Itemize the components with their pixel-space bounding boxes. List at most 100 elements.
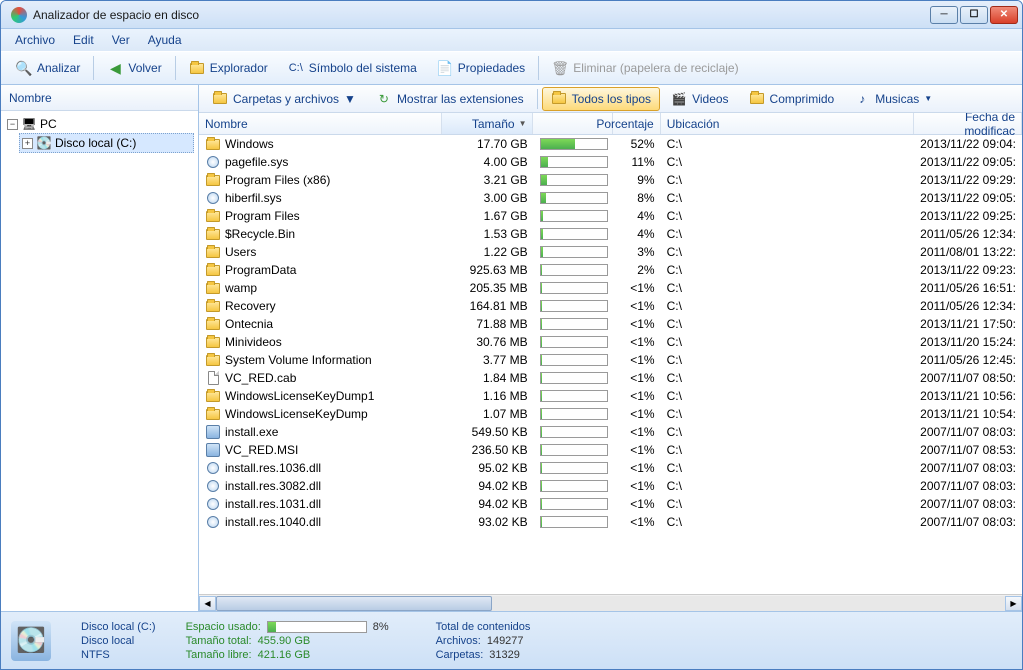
file-name: hiberfil.sys bbox=[225, 191, 282, 205]
filter-compressed[interactable]: Comprimido bbox=[740, 87, 844, 111]
file-date: 2013/11/21 10:54: bbox=[914, 406, 1022, 422]
exe-icon bbox=[205, 442, 221, 458]
refresh-icon: ↻ bbox=[376, 91, 392, 107]
tree-header[interactable]: Nombre bbox=[1, 85, 198, 111]
folder-icon bbox=[189, 60, 205, 76]
table-row[interactable]: Recovery164.81 MB<1%C:\2011/05/26 12:34: bbox=[199, 297, 1022, 315]
table-row[interactable]: wamp205.35 MB<1%C:\2011/05/26 16:51: bbox=[199, 279, 1022, 297]
file-date: 2011/05/26 12:34: bbox=[914, 226, 1022, 242]
file-location: C:\ bbox=[661, 316, 914, 332]
drive-icon: 💽 bbox=[11, 621, 51, 661]
file-location: C:\ bbox=[661, 460, 914, 476]
explorer-button[interactable]: Explorador bbox=[180, 55, 277, 81]
titlebar[interactable]: Analizador de espacio en disco ─ ☐ ✕ bbox=[1, 1, 1022, 29]
table-row[interactable]: ProgramData925.63 MB2%C:\2013/11/22 09:2… bbox=[199, 261, 1022, 279]
file-pct-bar bbox=[534, 443, 613, 457]
horizontal-scrollbar[interactable]: ◀ ▶ bbox=[199, 594, 1022, 611]
video-icon: 🎬 bbox=[671, 91, 687, 107]
menu-archivo[interactable]: Archivo bbox=[7, 31, 63, 49]
delete-button[interactable]: 🗑 Eliminar (papelera de reciclaje) bbox=[543, 55, 747, 81]
filter-music[interactable]: ♪ Musicas ▼ bbox=[845, 87, 941, 111]
table-row[interactable]: Program Files (x86)3.21 GB9%C:\2013/11/2… bbox=[199, 171, 1022, 189]
minimize-button[interactable]: ─ bbox=[930, 6, 958, 24]
cmd-button[interactable]: C:\ Símbolo del sistema bbox=[279, 55, 426, 81]
file-pct-bar bbox=[534, 335, 613, 349]
status-used-pct: 8% bbox=[373, 621, 389, 633]
folder-icon bbox=[205, 136, 221, 152]
window-controls: ─ ☐ ✕ bbox=[930, 6, 1018, 24]
scroll-track[interactable] bbox=[216, 596, 1005, 611]
table-row[interactable]: hiberfil.sys3.00 GB8%C:\2013/11/22 09:05… bbox=[199, 189, 1022, 207]
status-files-val: 149277 bbox=[487, 635, 524, 647]
table-row[interactable]: WindowsLicenseKeyDump1.07 MB<1%C:\2013/1… bbox=[199, 405, 1022, 423]
filter-videos[interactable]: 🎬 Videos bbox=[662, 87, 737, 111]
table-row[interactable]: VC_RED.cab1.84 MB<1%C:\2007/11/07 08:50: bbox=[199, 369, 1022, 387]
properties-icon: 📄 bbox=[437, 60, 453, 76]
col-pct[interactable]: Porcentaje bbox=[613, 113, 661, 134]
file-date: 2013/11/22 09:05: bbox=[914, 154, 1022, 170]
filter-extensions[interactable]: ↻ Mostrar las extensiones bbox=[367, 87, 533, 111]
col-date[interactable]: Fecha de modificac bbox=[914, 113, 1022, 134]
file-size: 17.70 GB bbox=[443, 136, 534, 152]
filter-music-label: Musicas bbox=[875, 92, 919, 106]
file-pct: <1% bbox=[613, 316, 661, 332]
table-row[interactable]: Users1.22 GB3%C:\2011/08/01 13:22: bbox=[199, 243, 1022, 261]
table-row[interactable]: pagefile.sys4.00 GB11%C:\2013/11/22 09:0… bbox=[199, 153, 1022, 171]
tree-node-pc[interactable]: − 🖥 PC bbox=[5, 115, 194, 133]
file-name: VC_RED.cab bbox=[225, 371, 296, 385]
tree-expand-icon[interactable]: + bbox=[22, 138, 33, 149]
file-name: install.exe bbox=[225, 425, 278, 439]
file-date: 2007/11/07 08:03: bbox=[914, 478, 1022, 494]
sys-icon bbox=[205, 496, 221, 512]
table-row[interactable]: install.res.1040.dll93.02 KB<1%C:\2007/1… bbox=[199, 513, 1022, 531]
tree-collapse-icon[interactable]: − bbox=[7, 119, 18, 130]
table-row[interactable]: Windows17.70 GB52%C:\2013/11/22 09:04: bbox=[199, 135, 1022, 153]
file-location: C:\ bbox=[661, 208, 914, 224]
table-row[interactable]: install.exe549.50 KB<1%C:\2007/11/07 08:… bbox=[199, 423, 1022, 441]
tree-drive-label: Disco local (C:) bbox=[55, 136, 136, 150]
filter-all[interactable]: Todos los tipos bbox=[542, 87, 660, 111]
table-row[interactable]: System Volume Information3.77 MB<1%C:\20… bbox=[199, 351, 1022, 369]
scroll-thumb[interactable] bbox=[216, 596, 492, 611]
properties-button[interactable]: 📄 Propiedades bbox=[428, 55, 534, 81]
scroll-left-icon[interactable]: ◀ bbox=[199, 596, 216, 611]
file-size: 236.50 KB bbox=[443, 442, 534, 458]
menu-edit[interactable]: Edit bbox=[65, 31, 102, 49]
file-location: C:\ bbox=[661, 154, 914, 170]
status-folders-label: Carpetas: bbox=[436, 649, 484, 661]
col-name[interactable]: Nombre bbox=[199, 113, 442, 134]
table-row[interactable]: Ontecnia71.88 MB<1%C:\2013/11/21 17:50: bbox=[199, 315, 1022, 333]
col-size[interactable]: Tamaño▼ bbox=[442, 113, 533, 134]
status-drive-info: Disco local (C:) Disco local NTFS bbox=[81, 621, 156, 661]
table-row[interactable]: WindowsLicenseKeyDump11.16 MB<1%C:\2013/… bbox=[199, 387, 1022, 405]
table-row[interactable]: install.res.3082.dll94.02 KB<1%C:\2007/1… bbox=[199, 477, 1022, 495]
file-name: Windows bbox=[225, 137, 274, 151]
explorer-label: Explorador bbox=[210, 61, 268, 75]
file-name: Ontecnia bbox=[225, 317, 273, 331]
maximize-button[interactable]: ☐ bbox=[960, 6, 988, 24]
table-row[interactable]: install.res.1031.dll94.02 KB<1%C:\2007/1… bbox=[199, 495, 1022, 513]
col-location[interactable]: Ubicación bbox=[661, 113, 914, 134]
menu-ver[interactable]: Ver bbox=[104, 31, 138, 49]
file-size: 3.21 GB bbox=[443, 172, 534, 188]
properties-label: Propiedades bbox=[458, 61, 525, 75]
analyze-button[interactable]: 🔍 Analizar bbox=[7, 55, 89, 81]
file-pct: <1% bbox=[613, 424, 661, 440]
table-row[interactable]: install.res.1036.dll95.02 KB<1%C:\2007/1… bbox=[199, 459, 1022, 477]
file-pct-bar bbox=[534, 191, 613, 205]
file-pct: <1% bbox=[613, 352, 661, 368]
file-pct-bar bbox=[534, 425, 613, 439]
table-row[interactable]: Program Files1.67 GB4%C:\2013/11/22 09:2… bbox=[199, 207, 1022, 225]
menu-ayuda[interactable]: Ayuda bbox=[140, 31, 190, 49]
back-button[interactable]: ◀ Volver bbox=[98, 55, 170, 81]
file-name: install.res.1036.dll bbox=[225, 461, 321, 475]
scroll-right-icon[interactable]: ▶ bbox=[1005, 596, 1022, 611]
table-row[interactable]: Minivideos30.76 MB<1%C:\2013/11/20 15:24… bbox=[199, 333, 1022, 351]
tree-node-drive[interactable]: + 💽 Disco local (C:) bbox=[19, 133, 194, 153]
close-button[interactable]: ✕ bbox=[990, 6, 1018, 24]
app-window: Analizador de espacio en disco ─ ☐ ✕ Arc… bbox=[0, 0, 1023, 670]
table-row[interactable]: VC_RED.MSI236.50 KB<1%C:\2007/11/07 08:5… bbox=[199, 441, 1022, 459]
file-location: C:\ bbox=[661, 496, 914, 512]
table-row[interactable]: $Recycle.Bin1.53 GB4%C:\2011/05/26 12:34… bbox=[199, 225, 1022, 243]
filter-folders[interactable]: Carpetas y archivos ▼ bbox=[203, 87, 365, 111]
